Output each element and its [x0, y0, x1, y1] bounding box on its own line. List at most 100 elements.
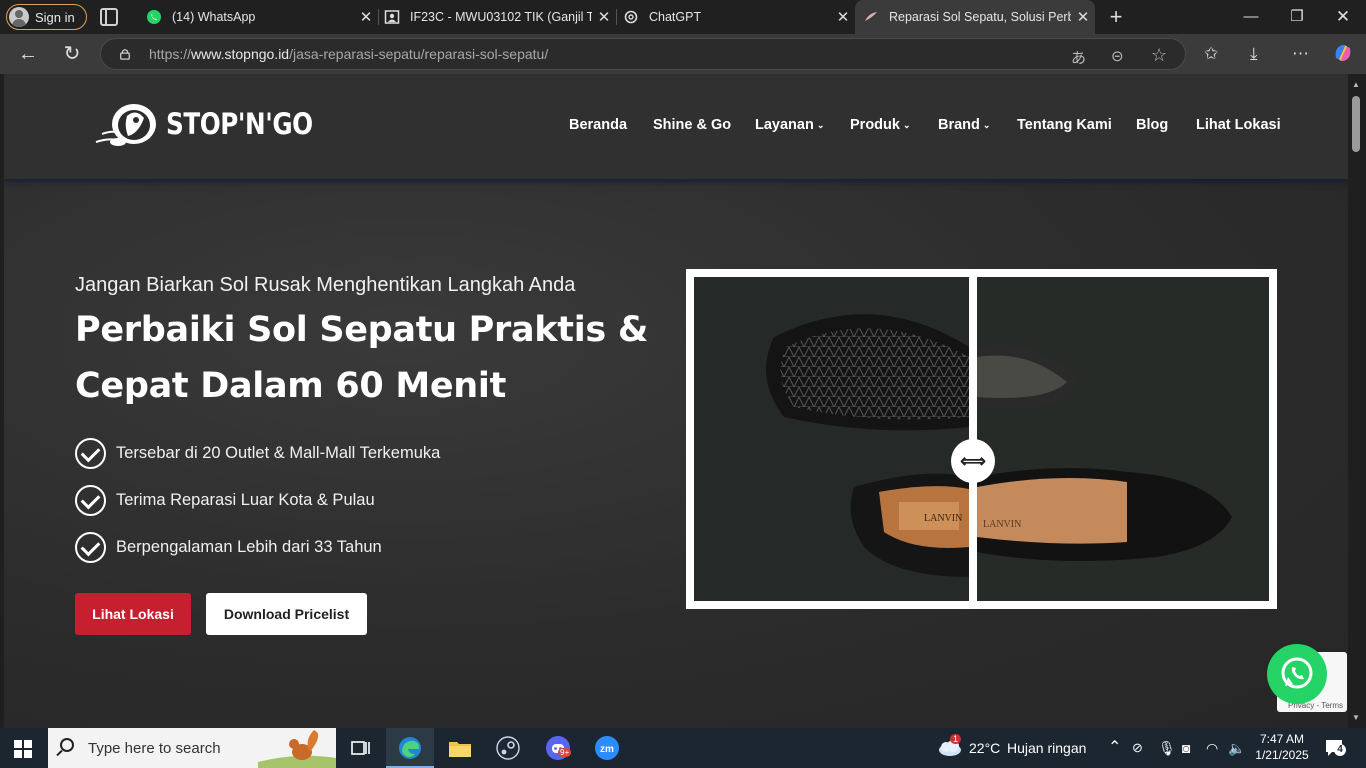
tab-chatgpt[interactable]: ChatGPT ✕	[615, 0, 855, 34]
url-text: https://www.stopngo.id/jasa-reparasi-sep…	[149, 46, 549, 62]
tab-stopngo-active[interactable]: Reparasi Sol Sepatu, Solusi Perbai ✕	[855, 0, 1095, 34]
page-scrollbar[interactable]: ▲ ▼	[1348, 74, 1366, 728]
settings-more-icon[interactable]: ⋯	[1292, 44, 1309, 64]
slider-handle-icon[interactable]: ⟺	[951, 439, 995, 483]
wifi-icon[interactable]: ◠	[1206, 728, 1218, 768]
chevron-down-icon: ⌄	[816, 120, 825, 130]
logo-text: STOP'N'GO	[166, 107, 313, 141]
favorites-icon[interactable]: ✩	[1204, 44, 1218, 64]
download-pricelist-button[interactable]: Download Pricelist	[206, 593, 367, 635]
edge-icon	[399, 737, 421, 759]
after-image: LANVIN	[694, 277, 969, 601]
hero-subtitle: Jangan Biarkan Sol Rusak Menghentikan La…	[75, 274, 576, 296]
browser-toolbar: ← ↻ https://www.stopngo.id/jasa-reparasi…	[0, 34, 1366, 74]
restore-icon[interactable]: ❐	[1274, 0, 1320, 34]
discord-taskbar-item[interactable]: 9+	[544, 734, 572, 762]
hero-headline: Perbaiki Sol Sepatu Praktis & Cepat Dala…	[75, 310, 649, 406]
check-circle-icon	[75, 484, 106, 516]
site-header: STOP'N'GO Beranda Shine & Go Layanan ⌄ Pr…	[4, 74, 1348, 179]
weather-description[interactable]: Hujan ringan	[1007, 728, 1086, 768]
nav-blog[interactable]: Blog	[1136, 117, 1168, 133]
windows-taskbar: Type here to search 9+ zm 1 22°C Hujan r…	[0, 728, 1366, 768]
back-arrow-icon[interactable]: ←	[14, 40, 42, 68]
clock-date: 1/21/2025	[1255, 748, 1309, 762]
chevron-down-icon: ⌄	[902, 120, 911, 130]
nav-tentang-kami[interactable]: Tentang Kami	[1017, 117, 1112, 133]
close-tab-icon[interactable]: ✕	[354, 8, 378, 26]
close-tab-icon[interactable]: ✕	[1071, 8, 1095, 26]
minimize-icon[interactable]: —	[1228, 0, 1274, 34]
tab-title: IF23C - MWU03102 TIK (Ganjil TA	[410, 10, 592, 24]
file-explorer-icon[interactable]	[446, 734, 474, 762]
clock-time: 7:47 AM	[1259, 732, 1305, 746]
logo-mascot-icon	[95, 104, 156, 146]
web-page: STOP'N'GO Beranda Shine & Go Layanan ⌄ Pr…	[4, 74, 1348, 728]
tab-whatsapp[interactable]: (14) WhatsApp ✕	[138, 0, 378, 34]
steam-icon[interactable]	[494, 734, 522, 762]
new-tab-button[interactable]: +	[1101, 0, 1131, 34]
svg-text:zm: zm	[600, 744, 614, 755]
weather-badge: 1	[950, 734, 962, 744]
microphone-icon[interactable]: 🎙	[1158, 728, 1176, 768]
taskbar-clock[interactable]: 7:47 AM 1/21/2025	[1254, 731, 1310, 763]
feature-item: Terima Reparasi Luar Kota & Pulau	[75, 484, 375, 516]
portrait-icon	[384, 10, 400, 24]
chatgpt-icon	[624, 10, 638, 24]
browser-tab-bar: Sign in (14) WhatsApp ✕ IF23C - MWU03102…	[0, 0, 1366, 34]
stopngo-logo[interactable]: STOP'N'GO	[94, 98, 339, 150]
network-off-icon[interactable]: ⊘	[1132, 728, 1143, 768]
feature-item: Berpengalaman Lebih dari 33 Tahun	[75, 531, 382, 563]
check-circle-icon	[75, 531, 106, 563]
nav-layanan[interactable]: Layanan ⌄	[755, 117, 824, 133]
nav-lihat-lokasi[interactable]: Lihat Lokasi	[1196, 117, 1281, 133]
tab-if23c[interactable]: IF23C - MWU03102 TIK (Ganjil TA ✕	[376, 0, 616, 34]
whatsapp-chat-button[interactable]	[1267, 644, 1327, 704]
tab-actions-icon[interactable]	[100, 8, 118, 26]
scrollbar-thumb[interactable]	[1352, 96, 1360, 152]
address-bar[interactable]: https://www.stopngo.id/jasa-reparasi-sep…	[100, 38, 1186, 70]
search-placeholder: Type here to search	[88, 740, 221, 757]
before-image: LANVIN	[977, 277, 1269, 601]
check-circle-icon	[75, 437, 106, 469]
notification-center[interactable]: 4	[1324, 738, 1346, 758]
nav-produk[interactable]: Produk ⌄	[850, 117, 911, 133]
volume-icon[interactable]: 🔈	[1228, 728, 1245, 768]
favorite-star-icon[interactable]: ☆	[1151, 45, 1167, 66]
windows-start-icon[interactable]	[14, 740, 32, 758]
whatsapp-icon	[147, 10, 161, 24]
nav-beranda[interactable]: Beranda	[569, 117, 627, 133]
profile-avatar-icon	[9, 7, 29, 27]
taskbar-search-box[interactable]: Type here to search	[48, 728, 336, 768]
nav-shine-go[interactable]: Shine & Go	[653, 117, 731, 133]
zoom-icon[interactable]: zm	[593, 734, 621, 762]
search-icon	[60, 738, 74, 752]
nav-brand[interactable]: Brand ⌄	[938, 117, 990, 133]
copilot-icon[interactable]	[1332, 42, 1354, 64]
tab-title: (14) WhatsApp	[172, 10, 256, 24]
site-favicon-icon	[865, 12, 877, 21]
camera-icon[interactable]: ◙	[1182, 728, 1190, 768]
task-view-icon[interactable]	[346, 734, 374, 762]
lihat-lokasi-button[interactable]: Lihat Lokasi	[75, 593, 191, 635]
downloads-icon[interactable]: ⤓	[1250, 44, 1258, 64]
refresh-icon[interactable]: ↻	[58, 40, 86, 68]
more-options-circle-icon[interactable]: ⊝	[1111, 47, 1124, 65]
whatsapp-icon	[1281, 657, 1313, 689]
taskbar-edge-active[interactable]	[386, 728, 434, 768]
close-tab-icon[interactable]: ✕	[831, 8, 855, 26]
sign-in-button[interactable]: Sign in	[6, 4, 87, 30]
search-highlight-squirrel-icon	[258, 730, 336, 768]
notification-count: 4	[1334, 744, 1346, 756]
weather-temp[interactable]: 22°C	[969, 728, 1000, 768]
before-after-slider[interactable]: LANVIN LANVIN ⟺	[686, 269, 1277, 609]
close-window-icon[interactable]: ✕	[1320, 0, 1366, 34]
close-tab-icon[interactable]: ✕	[592, 8, 616, 26]
tab-title: Reparasi Sol Sepatu, Solusi Perbai	[889, 10, 1071, 24]
tab-title: ChatGPT	[649, 10, 702, 24]
chevron-up-icon[interactable]: ⌃	[1108, 728, 1121, 768]
shoe-brand-label: LANVIN	[983, 519, 1021, 530]
scroll-down-icon[interactable]: ▼	[1352, 713, 1360, 722]
scroll-up-icon[interactable]: ▲	[1352, 80, 1360, 89]
lock-icon[interactable]	[119, 48, 131, 60]
read-aloud-icon[interactable]: あ	[1071, 47, 1086, 68]
